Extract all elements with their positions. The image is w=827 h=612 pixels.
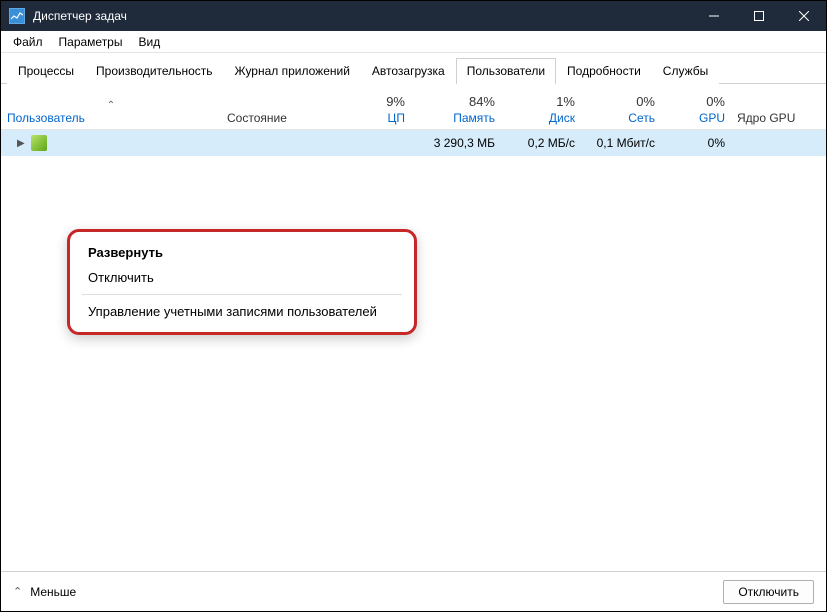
- column-headers: ⌃ Пользователь Состояние 9% ЦП 84% Памят…: [1, 84, 826, 130]
- header-user[interactable]: ⌃ Пользователь: [1, 100, 221, 129]
- close-button[interactable]: [781, 1, 826, 31]
- window-controls: [691, 1, 826, 31]
- tab-startup[interactable]: Автозагрузка: [361, 58, 456, 84]
- user-row[interactable]: ▶ 3 290,3 МБ 0,2 МБ/с 0,1 Мбит/с 0%: [1, 130, 826, 156]
- header-network[interactable]: 0% Сеть: [581, 94, 661, 129]
- titlebar: Диспетчер задач: [1, 1, 826, 31]
- header-gpu[interactable]: 0% GPU: [661, 94, 731, 129]
- tab-performance[interactable]: Производительность: [85, 58, 223, 84]
- context-separator: [82, 294, 402, 295]
- cell-memory: 3 290,3 МБ: [411, 136, 501, 150]
- chevron-up-icon: ⌃: [13, 585, 22, 598]
- content-area: ⌃ Пользователь Состояние 9% ЦП 84% Памят…: [1, 84, 826, 571]
- tabs: Процессы Производительность Журнал прило…: [1, 53, 826, 84]
- minimize-button[interactable]: [691, 1, 736, 31]
- menu-options[interactable]: Параметры: [51, 33, 131, 51]
- window-title: Диспетчер задач: [33, 9, 691, 23]
- header-gpu-engine[interactable]: Ядро GPU: [731, 111, 811, 129]
- header-memory[interactable]: 84% Память: [411, 94, 501, 129]
- context-expand[interactable]: Развернуть: [70, 240, 414, 265]
- tab-services[interactable]: Службы: [652, 58, 719, 84]
- fewer-details-button[interactable]: ⌃ Меньше: [13, 585, 76, 599]
- menubar: Файл Параметры Вид: [1, 31, 826, 53]
- header-status[interactable]: Состояние: [221, 111, 331, 129]
- disconnect-button[interactable]: Отключить: [723, 580, 814, 604]
- tab-details[interactable]: Подробности: [556, 58, 652, 84]
- context-menu: Развернуть Отключить Управление учетными…: [67, 229, 417, 335]
- footer: ⌃ Меньше Отключить: [1, 571, 826, 611]
- menu-file[interactable]: Файл: [5, 33, 51, 51]
- menu-view[interactable]: Вид: [130, 33, 168, 51]
- fewer-label: Меньше: [30, 585, 76, 599]
- expand-icon[interactable]: ▶: [17, 138, 25, 149]
- context-disconnect[interactable]: Отключить: [70, 265, 414, 290]
- user-icon: [31, 135, 47, 151]
- tab-app-history[interactable]: Журнал приложений: [224, 58, 361, 84]
- context-manage-accounts[interactable]: Управление учетными записями пользовател…: [70, 299, 414, 324]
- tab-users[interactable]: Пользователи: [456, 58, 556, 84]
- cell-disk: 0,2 МБ/с: [501, 136, 581, 150]
- rows-container: ▶ 3 290,3 МБ 0,2 МБ/с 0,1 Мбит/с 0%: [1, 130, 826, 571]
- cell-gpu: 0%: [661, 136, 731, 150]
- app-icon: [9, 8, 25, 24]
- header-disk[interactable]: 1% Диск: [501, 94, 581, 129]
- cell-network: 0,1 Мбит/с: [581, 136, 661, 150]
- maximize-button[interactable]: [736, 1, 781, 31]
- header-cpu[interactable]: 9% ЦП: [331, 94, 411, 129]
- tab-processes[interactable]: Процессы: [7, 58, 85, 84]
- sort-arrow-icon: ⌃: [7, 100, 215, 111]
